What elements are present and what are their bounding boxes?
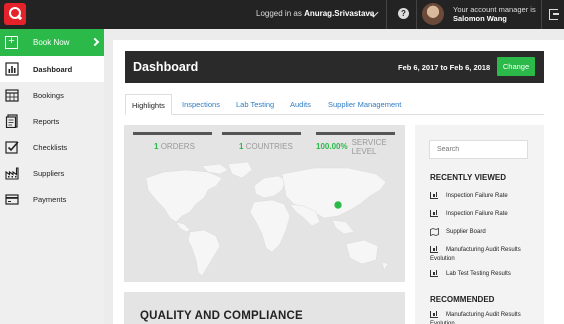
username: Anurag.Srivastava [304, 9, 375, 18]
tab-supplier-management[interactable]: Supplier Management [328, 94, 401, 115]
logout-icon[interactable] [549, 9, 559, 20]
bar-chart-icon [430, 192, 438, 199]
tab-audits[interactable]: Audits [290, 94, 311, 115]
sidebar-item-label: Reports [33, 117, 60, 126]
top-bar: Logged in as Anurag.Srivastava ? Your ac… [0, 0, 564, 29]
recently-viewed-link[interactable]: Supplier Board [430, 228, 540, 237]
sidebar: + Book Now Dashboard Bookings Reports Ch… [0, 29, 104, 324]
tab-bar: Highlights Inspections Lab Testing Audit… [125, 94, 544, 115]
tab-inspections[interactable]: Inspections [182, 94, 220, 115]
sidebar-item-label: Bookings [33, 91, 64, 100]
qima-logo[interactable] [4, 3, 26, 25]
sidebar-item-label: Suppliers [33, 169, 65, 178]
help-icon[interactable]: ? [398, 8, 409, 19]
plus-icon: + [5, 36, 18, 49]
recently-viewed-link[interactable]: Manufacturing Audit Results Evolution [430, 246, 540, 263]
sidebar-item-checklists[interactable]: Checklists [0, 134, 104, 160]
account-manager-caption: Your account manager is [453, 5, 536, 14]
recently-viewed-link[interactable]: Inspection Failure Rate [430, 210, 540, 219]
page-title: Dashboard [133, 60, 199, 74]
service-level-label-2: LEVEL [351, 147, 377, 156]
service-level-value: 100.00% [316, 142, 348, 151]
date-range: Feb 6, 2017 to Feb 6, 2018 [398, 63, 491, 72]
account-manager-avatar [422, 3, 444, 25]
sidebar-item-suppliers[interactable]: Suppliers [0, 160, 104, 186]
service-level-label-1: SERVICE [351, 138, 387, 147]
service-level-stat: 100.00% SERVICE LEVEL [316, 132, 395, 156]
orders-stat: 1 ORDERS [133, 132, 212, 151]
world-map[interactable] [124, 160, 405, 282]
book-now-button[interactable]: + Book Now [0, 29, 104, 56]
dashboard-header: Dashboard Feb 6, 2017 to Feb 6, 2018 Cha… [125, 51, 544, 83]
search-input[interactable] [429, 140, 528, 159]
recently-viewed-link[interactable]: Lab Test Testing Results [430, 270, 540, 279]
credit-card-icon [5, 194, 19, 205]
bar-chart-icon [430, 270, 438, 277]
sidebar-item-reports[interactable]: Reports [0, 108, 104, 134]
divider [386, 0, 387, 29]
checklist-icon [5, 141, 19, 154]
right-panel: RECENTLY VIEWED Inspection Failure Rate … [415, 125, 544, 324]
sidebar-item-dashboard[interactable]: Dashboard [0, 56, 104, 82]
logged-in-text: Logged in as Anurag.Srivastava [256, 9, 374, 18]
factory-icon [5, 167, 19, 180]
recommended-title: RECOMMENDED [430, 295, 495, 304]
divider [416, 0, 417, 29]
countries-stat: 1 COUNTRIES [222, 132, 301, 151]
orders-label: ORDERS [160, 142, 195, 151]
change-date-button[interactable]: Change [497, 57, 535, 76]
account-manager-name: Salomon Wang [453, 14, 507, 23]
logged-in-prefix: Logged in as [256, 9, 302, 18]
main-panel: Dashboard Feb 6, 2017 to Feb 6, 2018 Cha… [113, 40, 564, 324]
sidebar-item-payments[interactable]: Payments [0, 186, 104, 212]
orders-count: 1 [154, 142, 159, 151]
calendar-icon [5, 89, 19, 102]
quality-compliance-title: QUALITY AND COMPLIANCE [140, 310, 303, 322]
sidebar-item-bookings[interactable]: Bookings [0, 82, 104, 108]
countries-label: COUNTRIES [245, 142, 293, 151]
quality-compliance-card: QUALITY AND COMPLIANCE [124, 292, 405, 324]
recommended-link[interactable]: Manufacturing Audit Results Evolution [430, 311, 540, 324]
recently-viewed-link[interactable]: Inspection Failure Rate [430, 192, 540, 201]
chevron-right-icon [90, 37, 100, 47]
bar-chart-icon [430, 246, 438, 253]
book-now-label: Book Now [33, 38, 70, 47]
sidebar-item-label: Dashboard [33, 65, 73, 74]
map-marker-china[interactable] [333, 200, 343, 210]
tab-highlights[interactable]: Highlights [125, 94, 172, 115]
sidebar-item-label: Checklists [33, 143, 68, 152]
document-icon [5, 114, 18, 128]
sidebar-item-label: Payments [33, 195, 67, 204]
bar-chart-icon [430, 311, 438, 318]
countries-count: 1 [239, 142, 244, 151]
highlights-map-card: 1 ORDERS 1 COUNTRIES 100.00% SERVICE LEVEL [124, 125, 405, 282]
divider [541, 0, 542, 29]
bar-chart-icon [5, 62, 19, 76]
map-icon [430, 228, 439, 236]
recently-viewed-title: RECENTLY VIEWED [430, 173, 507, 182]
bar-chart-icon [430, 210, 438, 217]
tab-lab-testing[interactable]: Lab Testing [236, 94, 274, 115]
